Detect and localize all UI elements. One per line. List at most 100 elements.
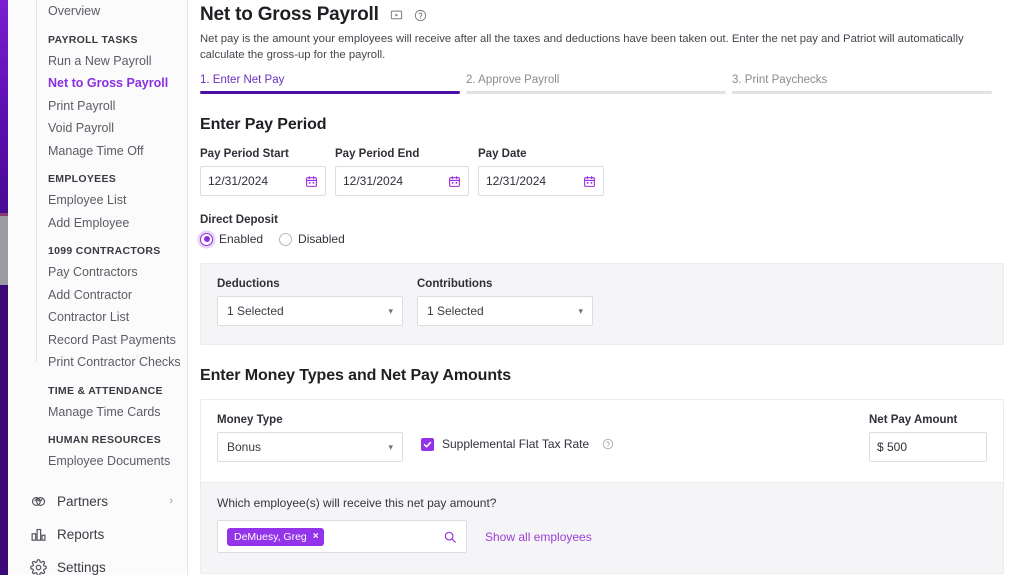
tab-print-paychecks[interactable]: 3. Print Paychecks: [732, 74, 998, 94]
employee-question: Which employee(s) will receive this net …: [217, 496, 987, 510]
field-label: Pay Date: [478, 148, 604, 160]
sidebar-item-record-past-payments[interactable]: Record Past Payments: [8, 329, 187, 352]
employee-search-input[interactable]: DeMuesy, Greg ×: [217, 520, 467, 553]
video-icon[interactable]: [390, 9, 403, 22]
direct-deposit-radio-group: Enabled Disabled: [200, 232, 998, 246]
money-type-select[interactable]: Bonus ▾: [217, 432, 403, 462]
money-type-block: Money Type Bonus ▾: [217, 414, 403, 462]
sidebar-item-pay-contractors[interactable]: Pay Contractors: [8, 261, 187, 284]
tab-label: 2. Approve Payroll: [466, 74, 726, 91]
tab-approve-payroll[interactable]: 2. Approve Payroll: [466, 74, 732, 94]
select-value: Bonus: [227, 440, 388, 454]
sidebar-item-label: Partners: [57, 494, 159, 509]
tab-enter-net-pay[interactable]: 1. Enter Net Pay: [200, 74, 466, 94]
sidebar-nav-top: Overview PAYROLL TASKS Run a New Payroll…: [8, 0, 187, 473]
pay-date-input[interactable]: 12/31/2024: [478, 166, 604, 196]
deductions-select[interactable]: 1 Selected ▾: [217, 296, 403, 326]
sidebar-item-overview[interactable]: Overview: [8, 0, 187, 23]
gear-icon: [30, 559, 47, 575]
sidebar-item-manage-time-cards[interactable]: Manage Time Cards: [8, 401, 187, 424]
help-circle-icon[interactable]: [602, 438, 614, 450]
sidebar-heading-time-attendance: TIME & ATTENDANCE: [8, 374, 187, 401]
radio-label: Disabled: [298, 232, 345, 246]
sidebar-item-print-payroll[interactable]: Print Payroll: [8, 95, 187, 118]
checkbox-indicator: [421, 438, 434, 451]
pay-period-end-input[interactable]: 12/31/2024: [335, 166, 469, 196]
chevron-down-icon: ▾: [578, 306, 583, 317]
sidebar-item-contractor-list[interactable]: Contractor List: [8, 306, 187, 329]
sidebar-item-void-payroll[interactable]: Void Payroll: [8, 117, 187, 140]
scrollbar-nub: [0, 213, 8, 216]
pay-period-start-input[interactable]: 12/31/2024: [200, 166, 326, 196]
sidebar-item-partners[interactable]: Partners ›: [8, 485, 187, 518]
input-value: $ 500: [877, 440, 979, 454]
field-label: Pay Period End: [335, 148, 469, 160]
search-icon[interactable]: [443, 530, 457, 544]
radio-enabled[interactable]: Enabled: [200, 232, 263, 246]
tab-label: 3. Print Paychecks: [732, 74, 992, 91]
field-label: Pay Period Start: [200, 148, 326, 160]
deductions-label: Deductions: [217, 278, 403, 290]
deductions-block: Deductions 1 Selected ▾: [217, 278, 403, 326]
sidebar-heading-payroll-tasks: PAYROLL TASKS: [8, 23, 187, 50]
sidebar-item-run-a-new-payroll[interactable]: Run a New Payroll: [8, 50, 187, 73]
left-edge-accent: [0, 0, 8, 575]
page-title: Net to Gross Payroll: [200, 4, 379, 26]
checkbox-label: Supplemental Flat Tax Rate: [442, 437, 589, 451]
contributions-block: Contributions 1 Selected ▾: [417, 278, 593, 326]
calendar-icon[interactable]: [448, 175, 461, 188]
close-icon[interactable]: ×: [313, 531, 319, 542]
pay-period-fields: Pay Period Start 12/31/2024 Pay Period E…: [200, 148, 998, 196]
sidebar-item-add-employee[interactable]: Add Employee: [8, 212, 187, 235]
net-pay-amount-label: Net Pay Amount: [869, 414, 987, 426]
radio-disabled[interactable]: Disabled: [279, 232, 345, 246]
radio-label: Enabled: [219, 232, 263, 246]
calendar-icon[interactable]: [305, 175, 318, 188]
sidebar-item-print-contractor-checks[interactable]: Print Contractor Checks: [8, 351, 187, 374]
accent-segment-bottom: [0, 285, 8, 575]
select-value: 1 Selected: [227, 304, 388, 318]
employee-chip-name: DeMuesy, Greg: [234, 531, 307, 543]
deductions-contributions-panel: Deductions 1 Selected ▾ Contributions 1 …: [200, 263, 1004, 345]
net-pay-amount-input[interactable]: $ 500: [869, 432, 987, 462]
app-root: Overview PAYROLL TASKS Run a New Payroll…: [0, 0, 1024, 575]
help-circle-icon[interactable]: [414, 9, 427, 22]
page-scrollbar-thumb[interactable]: [0, 213, 8, 285]
sidebar-item-add-contractor[interactable]: Add Contractor: [8, 284, 187, 307]
tab-underline: [466, 91, 726, 94]
sidebar-item-employee-documents[interactable]: Employee Documents: [8, 450, 187, 473]
calendar-icon[interactable]: [583, 175, 596, 188]
show-all-employees-link[interactable]: Show all employees: [485, 530, 592, 544]
accent-segment-top: [0, 0, 8, 213]
sidebar-item-reports[interactable]: Reports: [8, 518, 187, 551]
section-title-money-types: Enter Money Types and Net Pay Amounts: [200, 367, 998, 385]
chevron-down-icon: ▾: [388, 306, 393, 317]
employee-selection-section: Which employee(s) will receive this net …: [201, 482, 1003, 573]
supplemental-flat-tax-rate-checkbox[interactable]: Supplemental Flat Tax Rate: [421, 437, 614, 451]
sidebar-heading-employees: EMPLOYEES: [8, 162, 187, 189]
sidebar-nav-bottom: Partners › Reports Settings Marketplace: [8, 473, 187, 575]
chevron-right-icon: ›: [169, 495, 173, 507]
sidebar-vertical-rule: [36, 0, 37, 362]
main-content: Net to Gross Payroll Net pay is the amou…: [188, 0, 1024, 575]
sidebar-item-manage-time-off[interactable]: Manage Time Off: [8, 140, 187, 163]
sidebar-item-settings[interactable]: Settings: [8, 551, 187, 575]
input-value: 12/31/2024: [486, 174, 583, 188]
employee-chip[interactable]: DeMuesy, Greg ×: [227, 528, 324, 546]
contributions-select[interactable]: 1 Selected ▾: [417, 296, 593, 326]
tab-underline: [200, 91, 460, 94]
page-description: Net pay is the amount your employees wil…: [200, 31, 998, 63]
input-value: 12/31/2024: [208, 174, 305, 188]
contributions-label: Contributions: [417, 278, 593, 290]
step-tabs: 1. Enter Net Pay 2. Approve Payroll 3. P…: [200, 74, 998, 94]
net-pay-amount-block: Net Pay Amount $ 500: [869, 414, 987, 462]
sidebar-item-employee-list[interactable]: Employee List: [8, 189, 187, 212]
handshake-icon: [30, 493, 47, 510]
sidebar-item-net-to-gross-payroll[interactable]: Net to Gross Payroll: [8, 72, 187, 95]
sidebar: Overview PAYROLL TASKS Run a New Payroll…: [8, 0, 188, 575]
pay-date-field: Pay Date 12/31/2024: [478, 148, 604, 196]
chevron-down-icon: ▾: [388, 442, 393, 453]
bar-chart-icon: [30, 526, 47, 543]
section-title-enter-pay-period: Enter Pay Period: [200, 116, 998, 134]
input-value: 12/31/2024: [343, 174, 448, 188]
